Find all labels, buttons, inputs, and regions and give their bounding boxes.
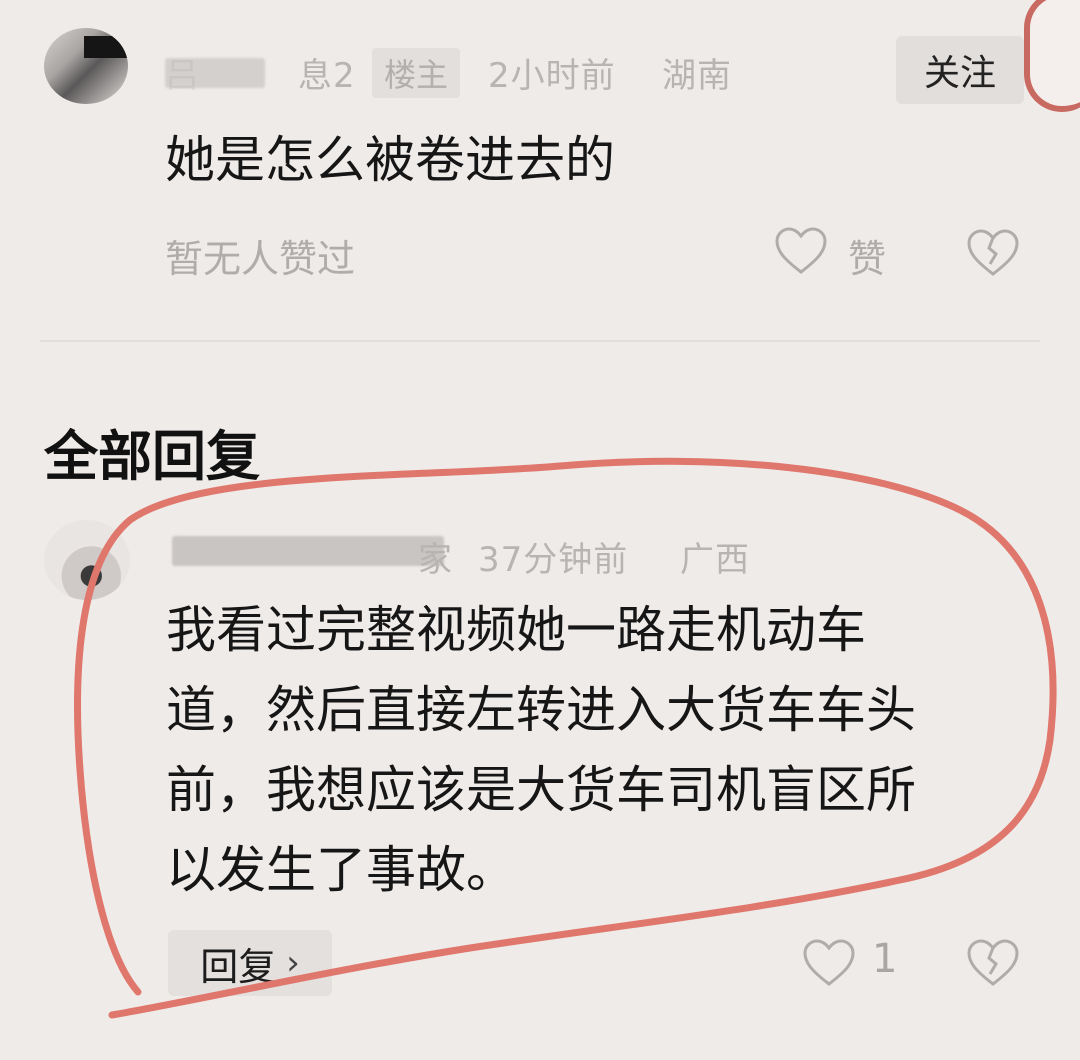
heart-outline-icon[interactable] <box>802 938 856 988</box>
op-username-fragment-1: 吕 <box>165 56 200 96</box>
op-comment-time: 2小时前 <box>488 56 616 96</box>
reply-button-label: 回复 <box>200 944 277 989</box>
reply-text-line: 道，然后直接左转进入大货车车头 <box>166 681 916 739</box>
reply-text-line: 以发生了事故。 <box>166 841 516 899</box>
heart-outline-icon[interactable] <box>774 226 828 276</box>
all-replies-title: 全部回复 <box>44 425 260 488</box>
reply-text: 我看过完整视频她一路走机动车 道，然后直接左转进入大货车车头 前，我想应该是大货… <box>166 590 916 910</box>
like-label[interactable]: 赞 <box>848 228 886 283</box>
chevron-right-icon: › <box>286 943 300 983</box>
reply-username-fragment: 家 <box>418 540 453 580</box>
broken-heart-icon[interactable] <box>966 938 1020 988</box>
reply-text-line: 前，我想应该是大货车司机盲区所 <box>166 761 916 819</box>
op-username-fragment-2: 息2 <box>298 56 356 96</box>
corner-sticker <box>1024 0 1080 112</box>
reply-time: 37分钟前 <box>478 540 629 580</box>
reply-button[interactable]: 回复 › <box>168 930 332 996</box>
broken-heart-icon[interactable] <box>966 228 1020 278</box>
reply-text-line: 我看过完整视频她一路走机动车 <box>166 601 866 659</box>
blurred-username <box>172 536 444 566</box>
op-avatar[interactable] <box>44 28 128 104</box>
reply-avatar[interactable] <box>44 520 130 600</box>
op-comment-text: 她是怎么被卷进去的 <box>165 131 615 189</box>
no-likes-status: 暂无人赞过 <box>165 237 356 281</box>
follow-button[interactable]: 关注 <box>896 36 1024 104</box>
reply-like-count: 1 <box>872 936 898 982</box>
divider <box>40 340 1040 342</box>
op-badge: 楼主 <box>372 48 461 98</box>
reply-location: 广西 <box>680 540 750 580</box>
op-comment-location: 湖南 <box>662 56 732 96</box>
